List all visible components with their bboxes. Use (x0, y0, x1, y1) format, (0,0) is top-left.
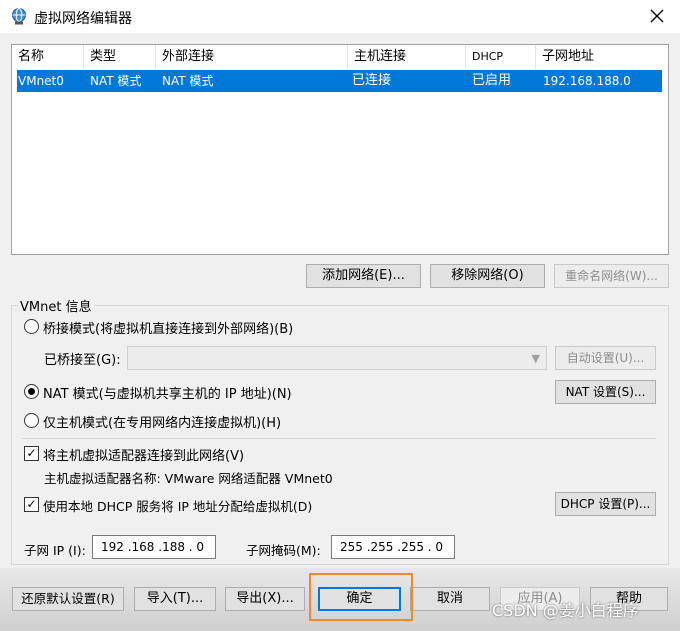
divider (22, 438, 656, 439)
bridged-to-select[interactable]: ▼ (127, 346, 547, 370)
title-bar: 虚拟网络编辑器 (0, 0, 680, 33)
column-header-dhcp[interactable]: DHCP (466, 45, 536, 69)
cell-name: VMnet0 (18, 74, 64, 88)
column-header-name[interactable]: 名称 (12, 45, 84, 69)
close-icon[interactable] (644, 4, 670, 28)
restore-defaults-button[interactable]: 还原默认设置(R) (12, 587, 124, 611)
network-list[interactable]: 名称 类型 外部连接 主机连接 DHCP 子网地址 VMnet0 NAT 模式 … (11, 44, 669, 255)
connect-host-adapter-checkbox[interactable]: ✓ (24, 446, 39, 461)
column-header-external[interactable]: 外部连接 (156, 45, 348, 69)
host-only-label: 仅主机模式(在专用网络内连接虚拟机)(H) (43, 416, 282, 431)
use-dhcp-label: 使用本地 DHCP 服务将 IP 地址分配给虚拟机(D) (43, 499, 313, 514)
window-title: 虚拟网络编辑器 (34, 11, 132, 27)
nat-settings-button[interactable]: NAT 设置(S)... (555, 380, 656, 404)
cell-host: 已连接 (352, 73, 392, 88)
cancel-button[interactable]: 取消 (410, 587, 490, 611)
bridge-mode-radio[interactable] (24, 319, 39, 334)
dhcp-settings-button[interactable]: DHCP 设置(P)... (555, 492, 656, 516)
rename-network-button[interactable]: 重命名网络(W)... (554, 264, 669, 288)
use-dhcp-checkbox[interactable]: ✓ (24, 497, 39, 512)
radio-selected-dot (28, 388, 35, 395)
chevron-down-icon: ▼ (531, 352, 540, 365)
subnet-ip-label: 子网 IP (I): (24, 543, 86, 558)
vmnet-info-title: VMnet 信息 (18, 296, 94, 315)
import-button[interactable]: 导入(T)... (134, 587, 216, 611)
subnet-mask-label: 子网掩码(M): (246, 543, 321, 558)
export-button[interactable]: 导出(X)... (225, 587, 305, 611)
list-header: 名称 类型 外部连接 主机连接 DHCP 子网地址 (12, 45, 668, 69)
table-row[interactable]: VMnet0 NAT 模式 NAT 模式 已连接 已启用 192.168.188… (17, 70, 662, 92)
highlight-box (309, 573, 413, 621)
bridge-mode-label: 桥接模式(将虚拟机直接连接到外部网络)(B) (43, 322, 294, 337)
connect-host-adapter-label: 将主机虚拟适配器连接到此网络(V) (43, 449, 245, 464)
cell-subnet: 192.168.188.0 (543, 74, 631, 88)
add-network-button[interactable]: 添加网络(E)... (306, 264, 421, 288)
vmnet-info-group (11, 305, 669, 565)
host-only-radio[interactable] (24, 413, 39, 428)
nat-mode-label: NAT 模式(与虚拟机共享主机的 IP 地址)(N) (43, 387, 292, 402)
subnet-ip-input[interactable]: 192 .168 .188 . 0 (92, 535, 216, 559)
remove-network-button[interactable]: 移除网络(O) (430, 264, 545, 288)
cell-type: NAT 模式 (90, 74, 142, 88)
column-header-host[interactable]: 主机连接 (348, 45, 466, 69)
subnet-mask-input[interactable]: 255 .255 .255 . 0 (331, 535, 455, 559)
network-globe-icon (10, 7, 28, 25)
column-header-subnet[interactable]: 子网地址 (536, 45, 656, 69)
bridged-to-label: 已桥接至(G): (44, 353, 121, 368)
nat-mode-radio[interactable] (24, 384, 39, 399)
cell-external: NAT 模式 (162, 74, 214, 88)
column-header-type[interactable]: 类型 (84, 45, 156, 69)
auto-settings-button[interactable]: 自动设置(U)... (555, 346, 656, 370)
watermark-text: CSDN @姜小白程序 (492, 601, 639, 620)
cell-dhcp: 已启用 (472, 73, 512, 88)
adapter-name-label: 主机虚拟适配器名称: VMware 网络适配器 VMnet0 (44, 471, 333, 486)
